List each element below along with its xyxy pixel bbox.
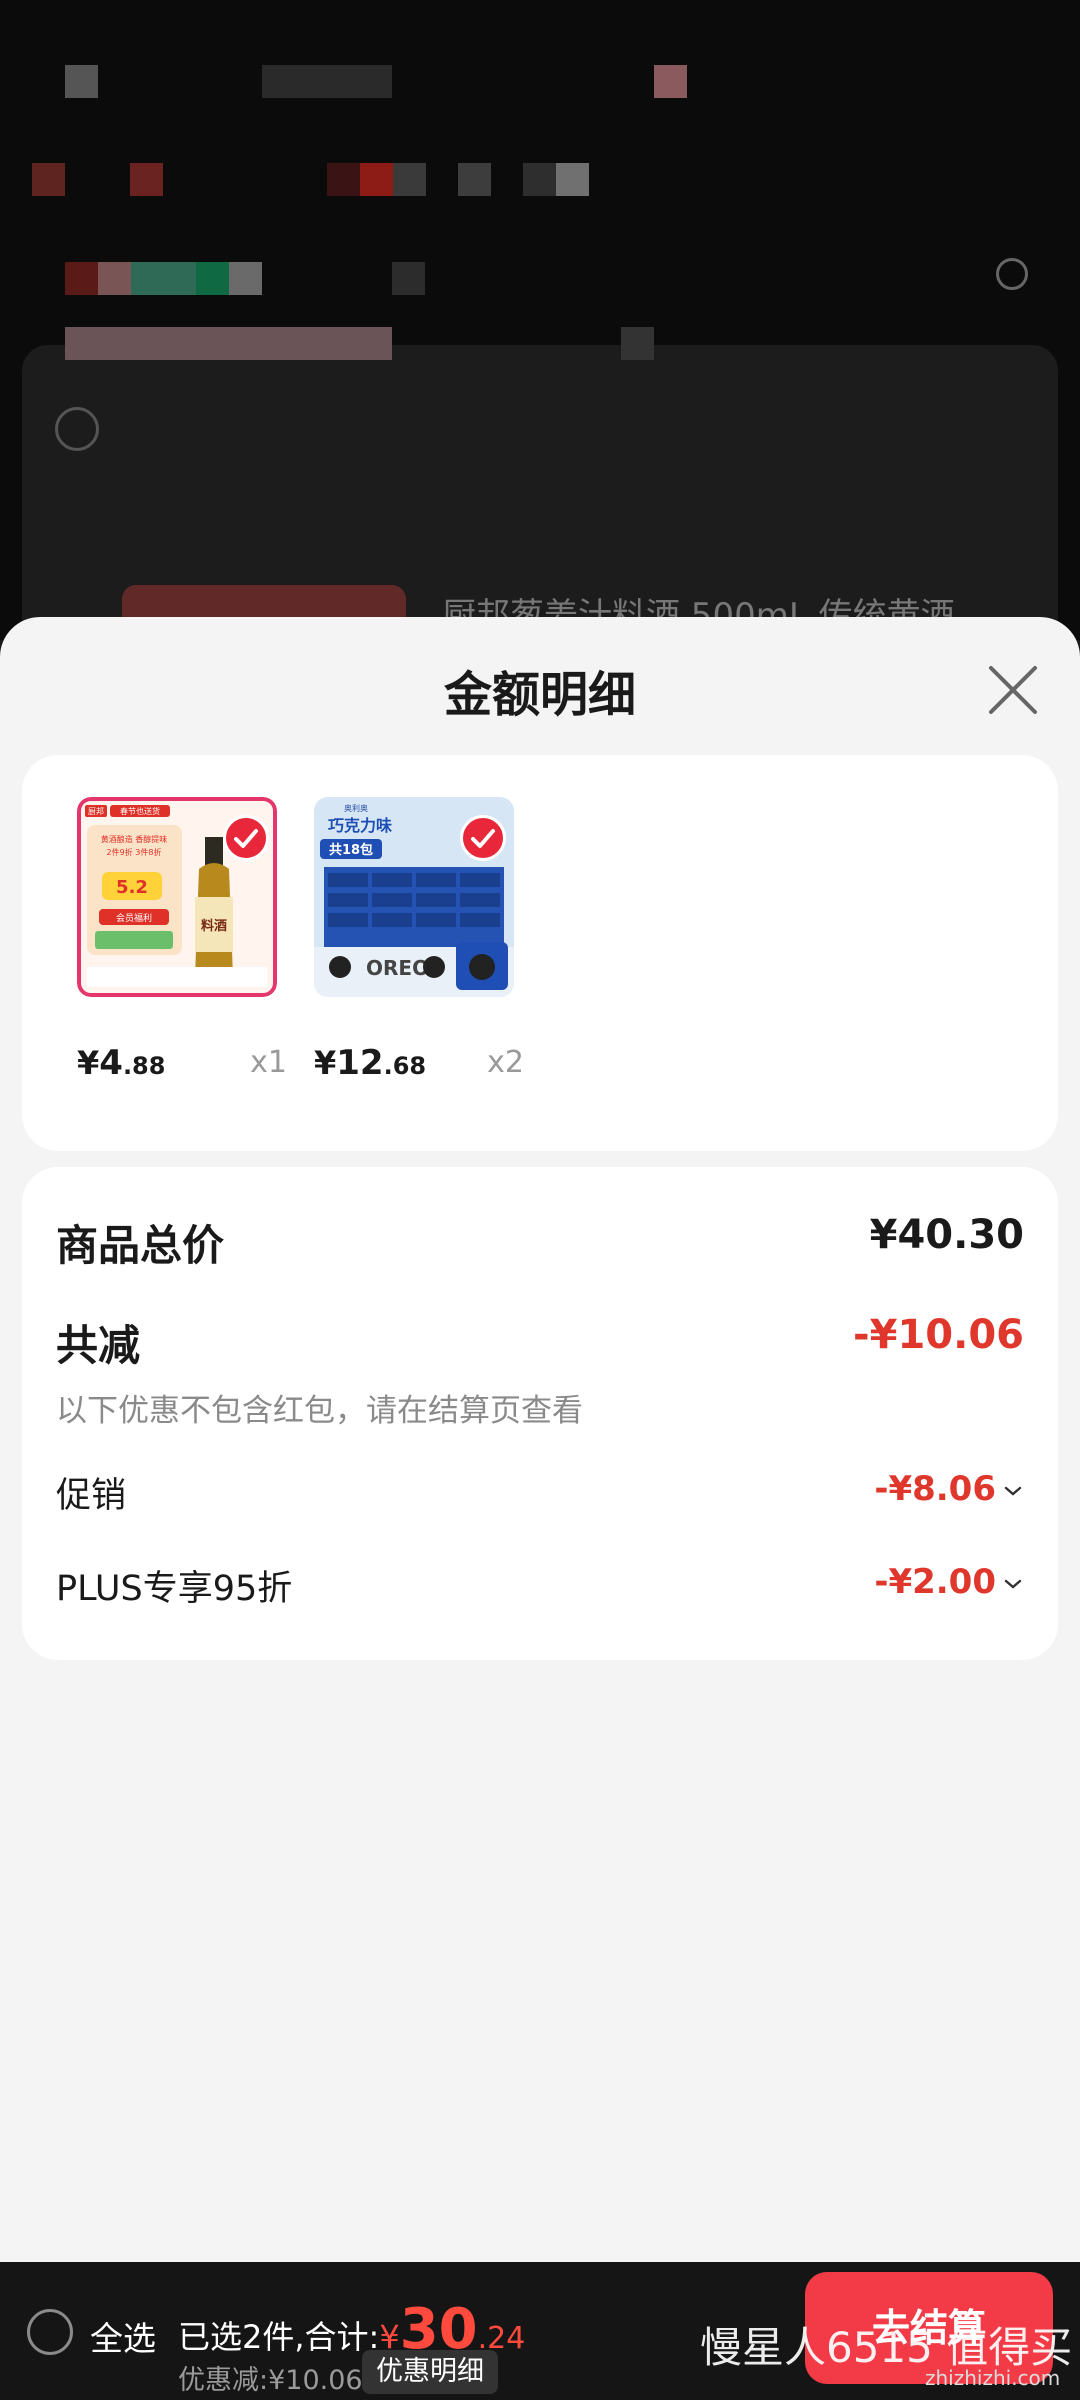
amount-detail-sheet: 金额明细 厨邦 春节也送货 黄酒酿造 香醇提味 2件9折 3件8折 5.2 会员… [0,617,1080,2262]
saved-amount: 优惠减:¥10.06 [178,2365,363,2396]
plus-discount-value-toggle[interactable]: -¥2.00 [874,1562,1024,1602]
blurred-block [131,262,196,295]
svg-text:OREO: OREO [366,956,429,980]
blurred-block [98,262,131,295]
search-icon [996,258,1028,290]
svg-text:黄酒酿造 香醇提味: 黄酒酿造 香醇提味 [101,834,168,844]
blurred-block [130,163,163,196]
svg-text:会员福利: 会员福利 [116,912,152,924]
price-summary-card: 商品总价 ¥40.30 共减 -¥10.06 以下优惠不包含红包，请在结算页查看… [22,1167,1058,1660]
blurred-block [65,65,98,98]
svg-text:5.2: 5.2 [116,877,148,898]
blurred-block [393,163,426,196]
selected-check-icon [223,815,269,861]
chevron-down-icon [1004,1579,1022,1589]
plus-discount-value: -¥2.00 [874,1562,996,1602]
svg-text:共18包: 共18包 [329,842,373,858]
blurred-block [523,163,556,196]
blurred-block [360,163,393,196]
watermark-site: zhizhizhi.com [925,2366,1061,2390]
store-radio [55,407,99,451]
blurred-block [654,65,687,98]
promotion-value: -¥8.06 [874,1469,996,1509]
selected-check-icon [460,815,506,861]
blurred-block [621,327,654,360]
product-quantity: x1 [250,1045,287,1080]
blurred-block [65,327,392,360]
product-item[interactable]: 奥利奥 巧克力味 共18包 OREO ¥12.68 x2 [314,797,524,1083]
checkout-bar: 全选 已选2件,合计:¥30.24 优惠减:¥10.06 优惠明细 去结算 慢星… [0,2262,1080,2400]
close-button[interactable] [985,662,1041,718]
svg-text:奥利奥: 奥利奥 [344,803,368,813]
plus-discount-label: PLUS专享95折 [56,1569,293,1609]
total-discount-value: -¥10.06 [853,1312,1024,1358]
blurred-block [327,163,360,196]
blurred-block [458,163,491,196]
select-all-radio[interactable] [27,2309,73,2355]
blurred-block [556,163,589,196]
svg-text:料酒: 料酒 [201,918,227,934]
blurred-block [65,262,98,295]
product-item[interactable]: 厨邦 春节也送货 黄酒酿造 香醇提味 2件9折 3件8折 5.2 会员福利 料酒 [77,797,287,1083]
selected-products-card: 厨邦 春节也送货 黄酒酿造 香醇提味 2件9折 3件8折 5.2 会员福利 料酒 [22,755,1058,1151]
total-price-label: 商品总价 [56,1221,225,1270]
selected-count-text: 已选2件,合计: [178,2318,380,2356]
total-price-value: ¥40.30 [869,1212,1024,1258]
cart-background: 厨邦葱姜汁料酒 500mL 传统黄酒 [0,0,1080,640]
chevron-down-icon [1004,1486,1022,1496]
product-price: ¥4.88 [77,1043,166,1083]
blurred-block [196,262,229,295]
blurred-block [392,262,425,295]
promotion-value-toggle[interactable]: -¥8.06 [874,1469,1024,1509]
brand-text: 厨邦 [88,806,104,816]
close-icon [989,666,1037,714]
discount-note: 以下优惠不包含红包，请在结算页查看 [56,1393,583,1429]
svg-text:巧克力味: 巧克力味 [328,816,392,835]
product-price: ¥12.68 [314,1043,427,1083]
discount-detail-button[interactable]: 优惠明细 [362,2350,498,2394]
product-quantity: x2 [487,1045,524,1080]
select-all-label[interactable]: 全选 [90,2312,156,2360]
svg-text:2件9折 3件8折: 2件9折 3件8折 [107,847,162,857]
promotion-label: 促销 [56,1476,127,1516]
total-discount-label: 共减 [56,1321,141,1370]
svg-text:春节也送货: 春节也送货 [120,806,160,816]
blurred-block [262,65,392,98]
sheet-title: 金额明细 [443,667,636,723]
blurred-block [32,163,65,196]
blurred-block [229,262,262,295]
